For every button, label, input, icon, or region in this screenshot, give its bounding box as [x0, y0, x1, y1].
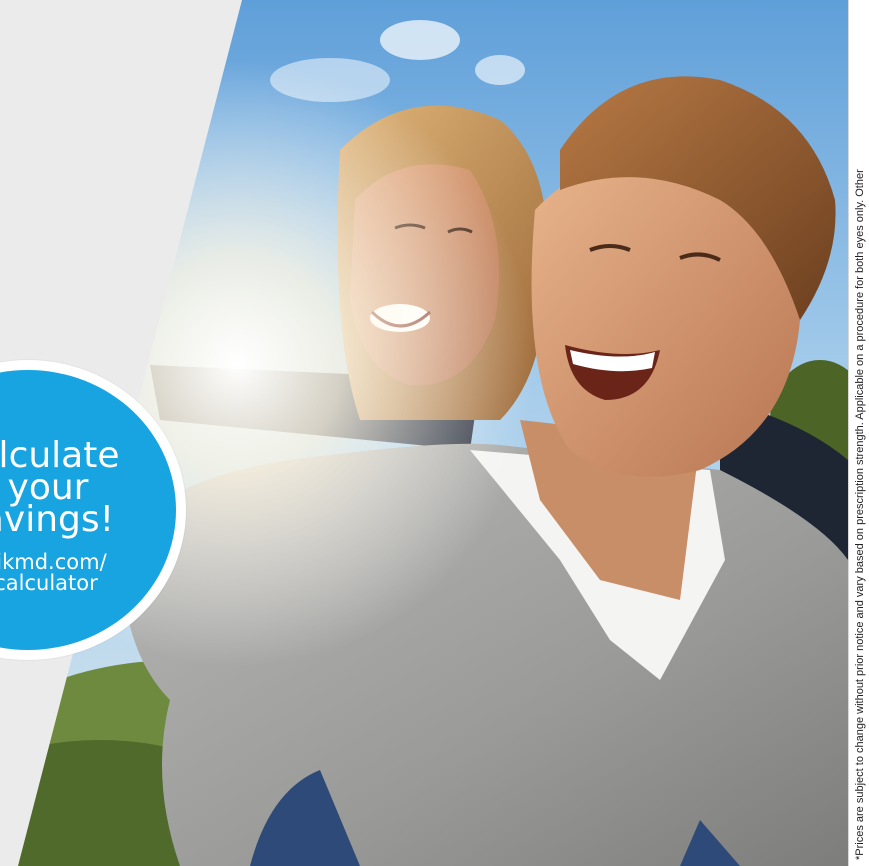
badge-url-line-2: calculator: [0, 571, 98, 595]
advertisement: alculate your avings! sikmd.com/ calcula…: [0, 0, 869, 866]
badge-headline-line-3: avings!: [0, 499, 115, 540]
badge-headline: alculate your avings!: [0, 438, 176, 540]
disclaimer-text: *Prices are subject to change without pr…: [854, 169, 866, 860]
divider: [848, 0, 849, 866]
badge-url-line-1: sikmd.com/: [0, 550, 107, 574]
badge-url[interactable]: sikmd.com/ calculator: [0, 552, 176, 594]
